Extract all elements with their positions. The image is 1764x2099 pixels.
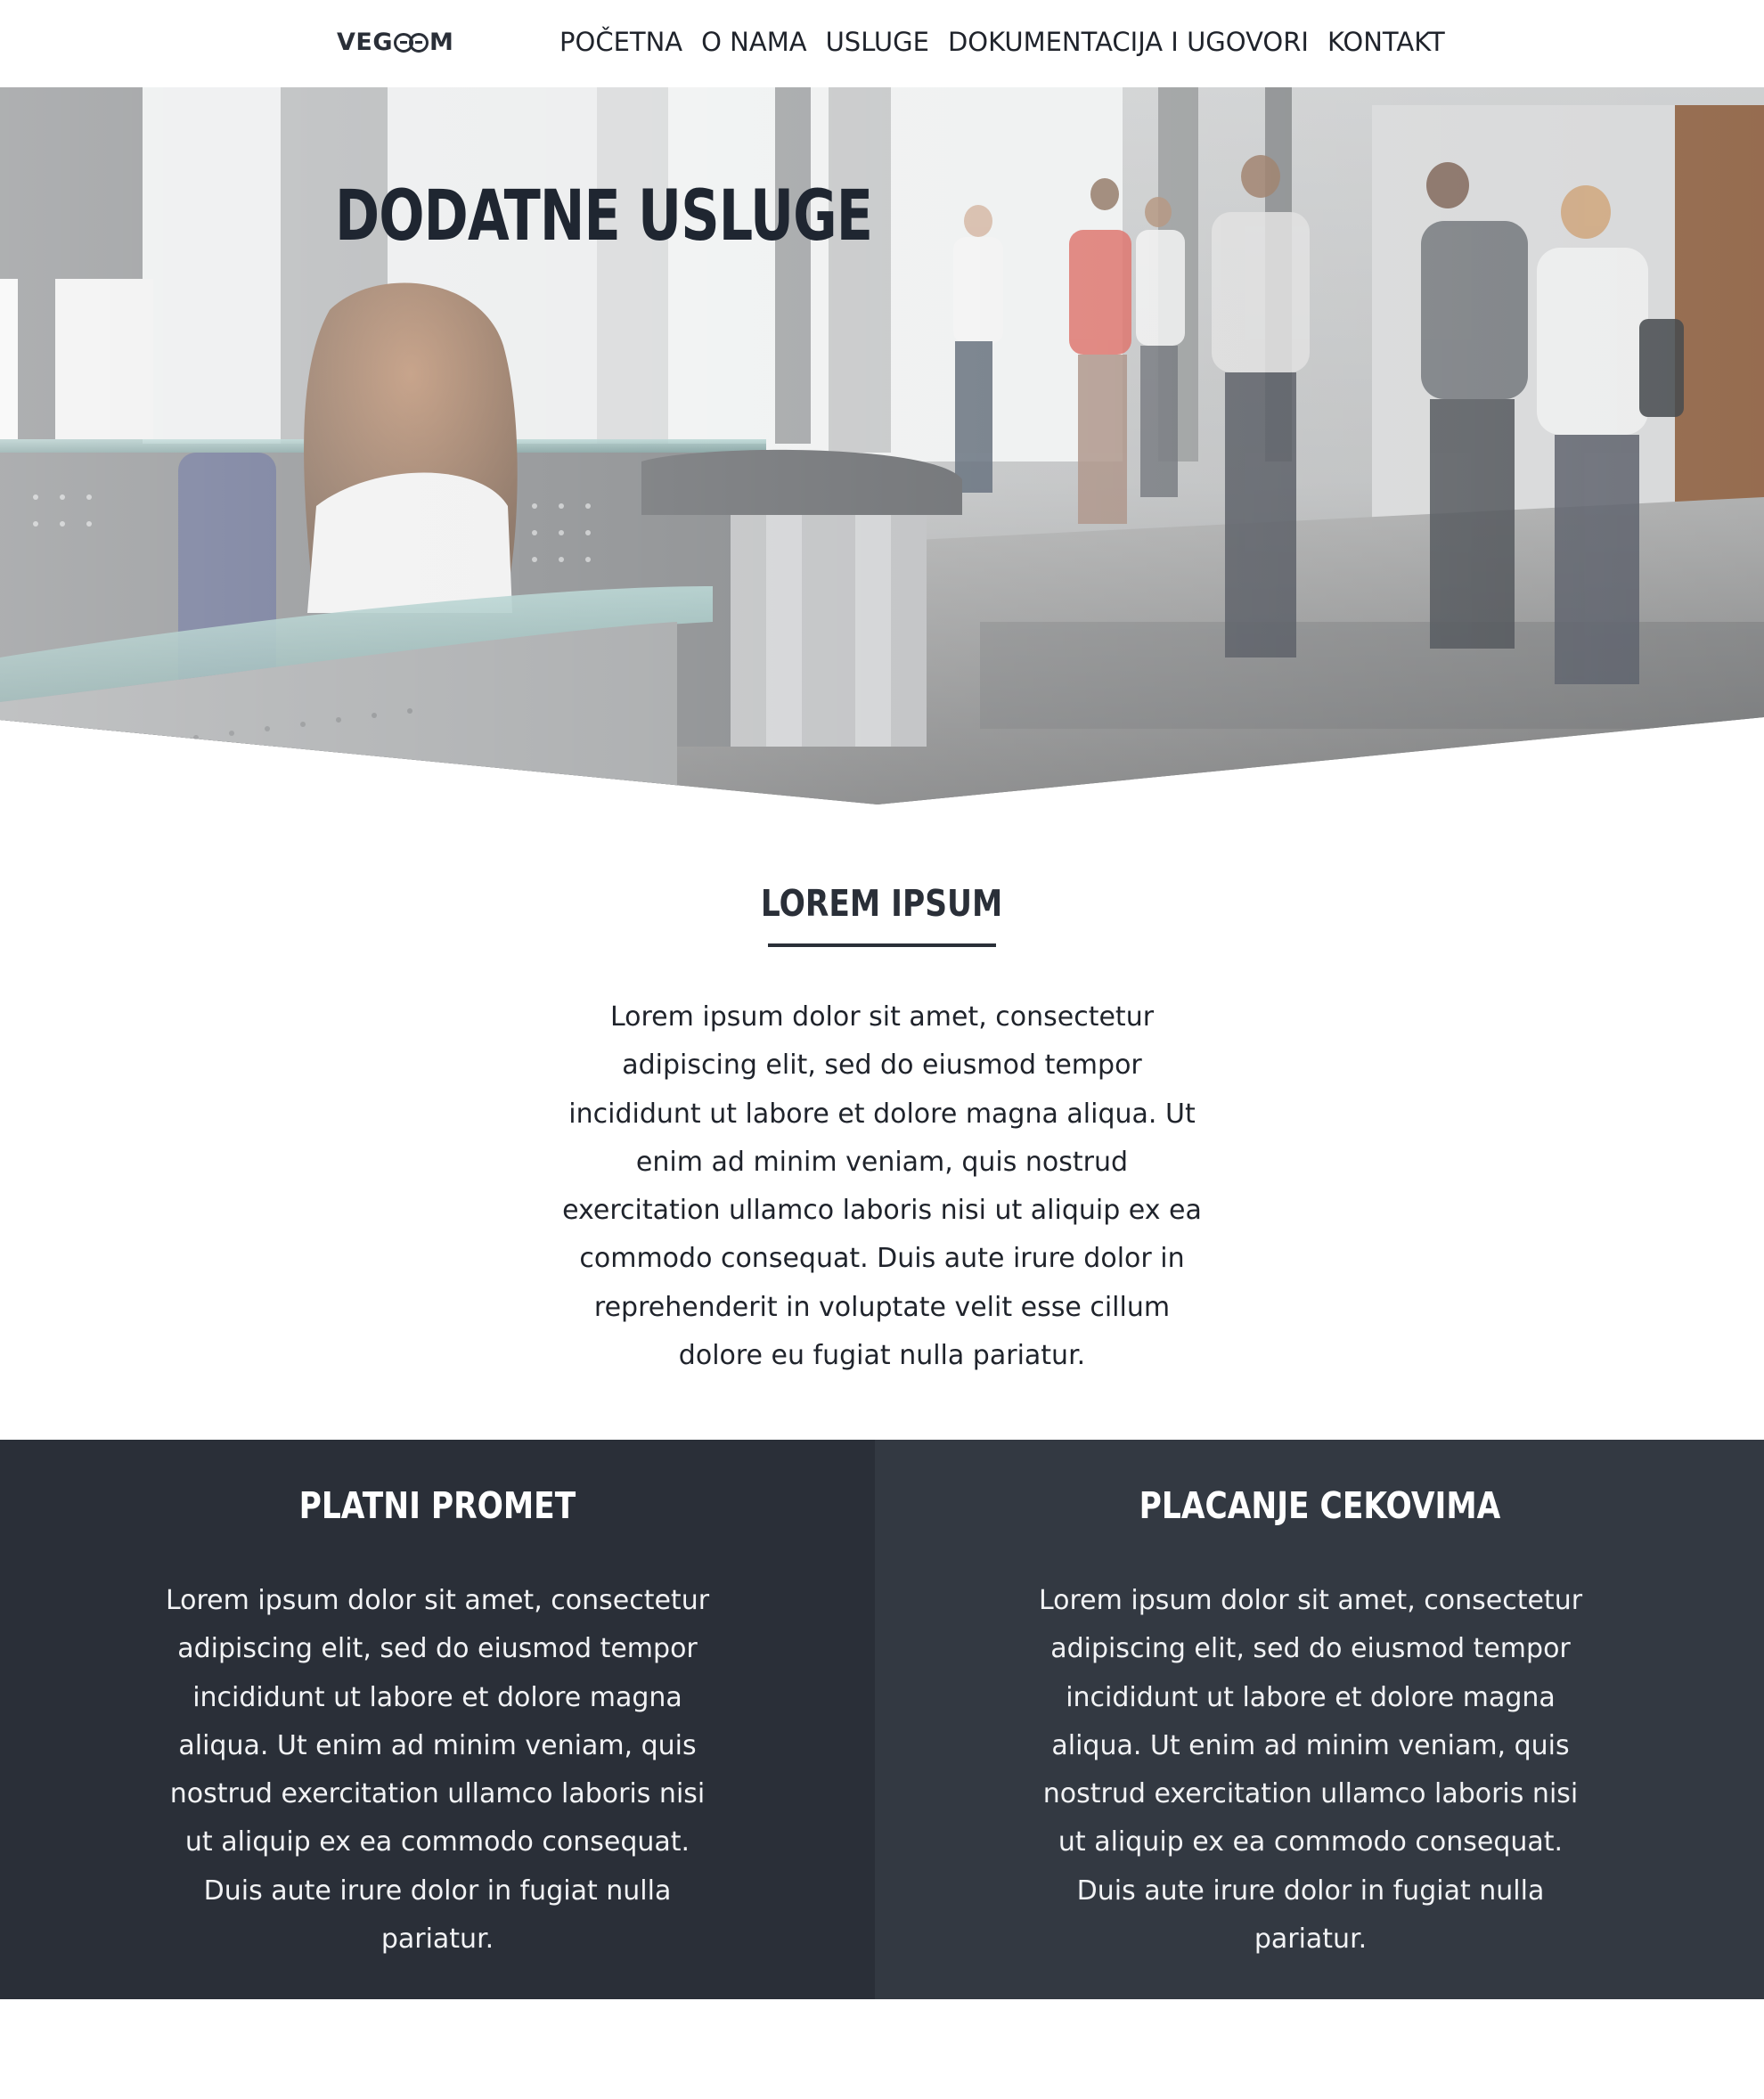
main-nav: POČETNA O NAMA USLUGE DOKUMENTACIJA I UG… bbox=[559, 27, 1445, 57]
nav-item-pocetna[interactable]: POČETNA bbox=[559, 27, 682, 57]
site-logo[interactable]: VEG M bbox=[337, 29, 453, 56]
service-heading-text: PLATNI PROMET bbox=[298, 1484, 576, 1527]
hero-banner: DODATNE USLUGE bbox=[0, 87, 1764, 804]
intro-heading: LOREM IPSUM bbox=[0, 882, 1764, 925]
service-heading: PLACANJE CEKOVIMA bbox=[875, 1484, 1764, 1527]
logo-text-start: VEG bbox=[337, 29, 394, 56]
nav-item-o-nama[interactable]: O NAMA bbox=[701, 27, 806, 57]
nav-item-dokumentacija[interactable]: DOKUMENTACIJA I UGOVORI bbox=[948, 27, 1309, 57]
service-description: Lorem ipsum dolor sit amet, consectetur … bbox=[165, 1585, 710, 1956]
service-column-platni-promet: PLATNI PROMET Lorem ipsum dolor sit amet… bbox=[0, 1440, 875, 1999]
logo-text-end: M bbox=[429, 29, 454, 56]
service-column-placanje-cekovima: PLACANJE CEKOVIMA Lorem ipsum dolor sit … bbox=[875, 1440, 1764, 1999]
service-description: Lorem ipsum dolor sit amet, consectetur … bbox=[1038, 1585, 1583, 1956]
service-heading-text: PLACANJE CEKOVIMA bbox=[1139, 1484, 1500, 1527]
nav-item-kontakt[interactable]: KONTAKT bbox=[1327, 27, 1445, 57]
page-title: DODATNE USLUGE bbox=[335, 176, 873, 257]
heading-underline bbox=[768, 943, 996, 947]
intro-heading-text: LOREM IPSUM bbox=[761, 882, 1003, 925]
service-heading: PLATNI PROMET bbox=[0, 1484, 875, 1527]
intro-paragraph: Lorem ipsum dolor sit amet, consectetur … bbox=[562, 1001, 1202, 1372]
logo-globe-icon bbox=[409, 33, 429, 53]
hero-photo bbox=[0, 87, 1764, 804]
site-header: VEG M POČETNA O NAMA USLUGE DOKUMENTACIJA… bbox=[0, 0, 1764, 87]
nav-item-usluge[interactable]: USLUGE bbox=[826, 27, 929, 57]
